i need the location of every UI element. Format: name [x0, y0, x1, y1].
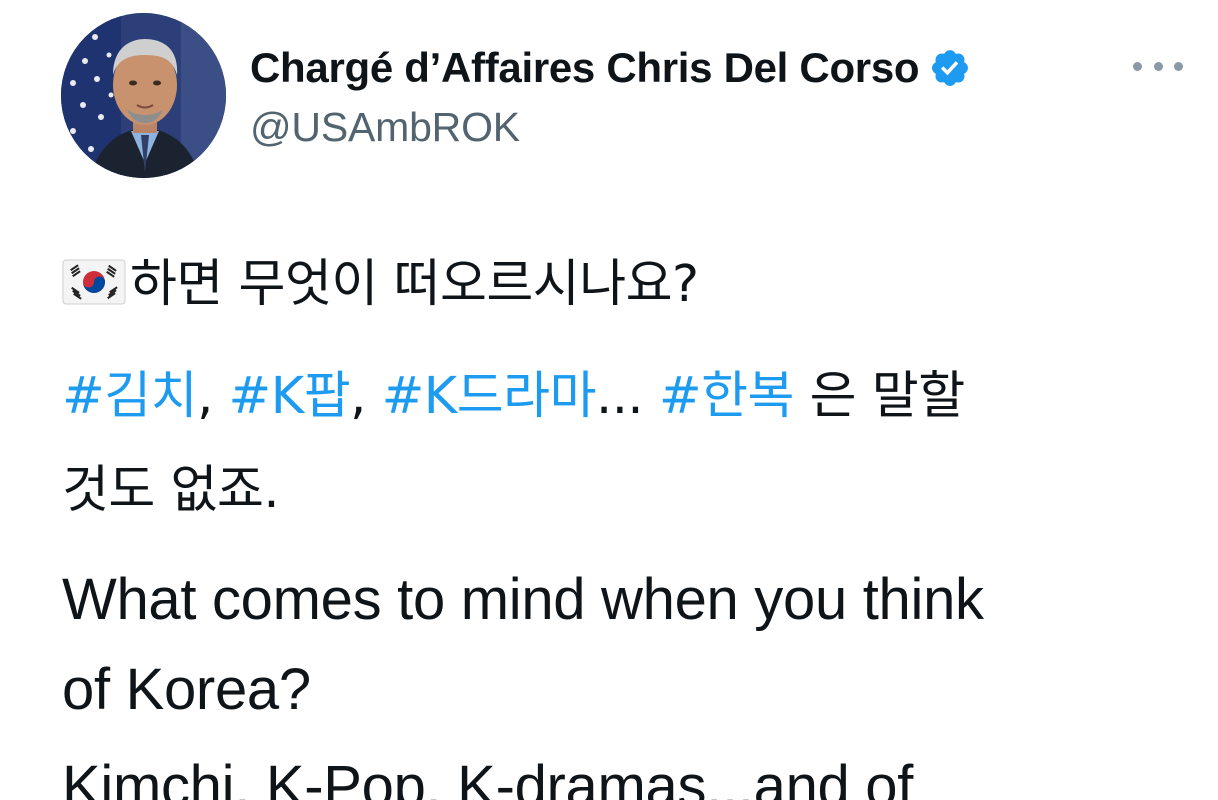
south-korea-flag-icon: [62, 259, 126, 305]
tweet-text-english-line-2: of Korea?: [62, 657, 311, 722]
display-name[interactable]: Chargé d’Affaires Chris Del Corso: [250, 44, 920, 92]
tweet-text-korean-question: 하면 무엇이 떠오르시나요?: [62, 254, 1162, 316]
display-name-row: Chargé d’Affaires Chris Del Corso: [250, 40, 971, 96]
hashtag-link[interactable]: #K팝: [229, 367, 351, 426]
hashtag-link[interactable]: #한복: [659, 367, 795, 426]
tweet-text-english-line-3: Kimchi, K-Pop, K-dramas...and of: [62, 754, 914, 800]
avatar[interactable]: [61, 13, 226, 178]
more-dot: [1153, 61, 1163, 71]
korean-tail-text: 은 말할: [793, 367, 965, 426]
tweet-text-korean-tail: 것도 없죠.: [62, 461, 280, 520]
verified-badge-icon: [932, 50, 969, 86]
korean-question-text: 하면 무엇이 떠오르시나요?: [130, 255, 699, 314]
handle[interactable]: @USAmbROK: [250, 104, 971, 151]
hashtag-link[interactable]: #김치: [62, 367, 198, 426]
more-dot: [1174, 61, 1183, 71]
more-dot: [1133, 61, 1142, 71]
author-info: Chargé d’Affaires Chris Del Corso @USAmb…: [250, 40, 971, 151]
tweet-text-english-line-1: What comes to mind when you think: [62, 567, 984, 632]
tweet: Chargé d’Affaires Chris Del Corso @USAmb…: [0, 0, 1218, 800]
separator: ,: [197, 367, 229, 426]
avatar-photo: [61, 13, 226, 178]
tweet-text-hashtags-line: #김치, #K팝, #K드라마... #한복 은 말할: [62, 366, 1162, 428]
hashtag-link[interactable]: #K드라마: [382, 367, 597, 426]
ellipsis: ...: [596, 367, 659, 426]
more-horizontal-icon[interactable]: [1133, 58, 1183, 74]
separator: ,: [350, 367, 382, 426]
